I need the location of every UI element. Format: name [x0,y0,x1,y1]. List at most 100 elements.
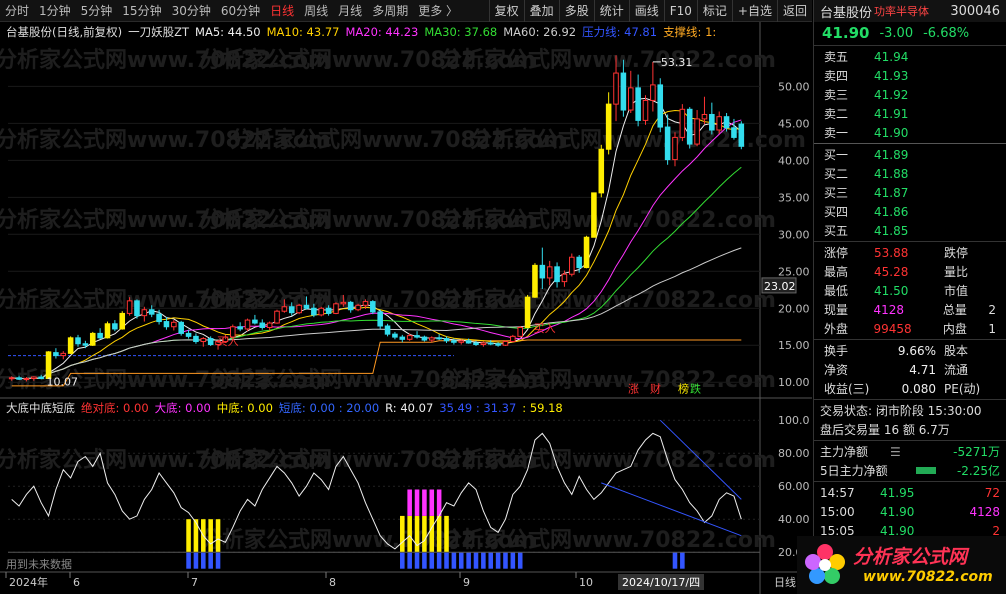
stat-label2: 内盘 [942,322,967,336]
legend-ind-title[interactable]: 大底中底短底 [6,400,75,416]
signal-bar [466,552,471,569]
candle-body [686,108,693,145]
period-tab-1[interactable]: 1分钟 [34,0,76,22]
candle-body [31,376,37,380]
bid-price[interactable]: 41.87 [874,186,944,200]
candle-body [539,264,546,279]
tick-price: 41.95 [880,485,915,500]
ask-price[interactable]: 41.90 [874,126,944,140]
bid-price[interactable]: 41.86 [874,205,944,219]
legend-indicator-name[interactable]: 一刀妖股ZT [128,24,189,40]
period-tab-10[interactable]: 更多 〉 [413,0,463,22]
candle-body [82,343,89,346]
signal-bar [407,489,412,516]
main-net5-row[interactable]: 5日主力净额 -2.25亿 [814,461,1006,480]
ask-price[interactable]: 41.92 [874,88,944,102]
candle-body [473,342,479,345]
signal-bar [458,552,464,569]
stat-row: 现量 4128 总量 2 [814,300,1006,319]
toolbar-button-0[interactable]: 复权 [488,0,524,22]
stat2-value: 0.080 [901,381,936,396]
stat-value: 4128 [873,302,905,317]
signal-bar [680,552,685,569]
candle-body [731,127,737,138]
toolbar-button-8[interactable]: 返回 [776,0,812,22]
ask-label: 卖五 [824,50,849,64]
tick-time: 15:00 [820,504,855,519]
toolbar-button-3[interactable]: 统计 [593,0,629,22]
tick-price: 41.90 [880,504,915,519]
signal-bar [400,515,405,553]
signal-bar [436,552,442,569]
list-icon[interactable]: ☰ [890,445,904,459]
period-tab-2[interactable]: 5分钟 [76,0,118,22]
ask-price[interactable]: 41.94 [874,50,944,64]
period-tab-3[interactable]: 15分钟 [117,0,166,22]
period-tab-8[interactable]: 月线 [333,0,367,22]
tick-row: 14:57 41.95 72 [814,483,1006,502]
toolbar-button-4[interactable]: 画线 [628,0,664,22]
ask-row: 卖四 41.93 [814,66,1006,85]
legend-abs-bottom: 绝对底: 0.00 [81,401,149,415]
period-tab-6[interactable]: 日线 [265,0,299,22]
period-tab-9[interactable]: 多周期 [367,0,413,22]
bid-price[interactable]: 41.88 [874,167,944,181]
ask-price[interactable]: 41.91 [874,107,944,121]
bid-row: 买五 41.85 [814,221,1006,240]
candle-body [163,321,170,328]
ask-label: 卖一 [824,126,849,140]
candle-body [650,84,656,101]
period-toolbar: 分时 1分钟 5分钟 15分钟 30分钟 60分钟 日线 周线 月线 多周期 更多 〉 复权 叠加 多股… [0,0,812,22]
stat-label: 最低 [824,284,849,298]
signal-bar [510,552,516,569]
legend-ma60: MA60: 26.92 [503,25,577,39]
chart-canvas[interactable]: 分析家公式网www.70822.com 分析家公式网www.70822.com 分析… [0,22,812,594]
stock-name[interactable]: 台基股份 [820,2,872,21]
period-tab-0[interactable]: 分时 [0,0,34,22]
toolbar-button-6[interactable]: 标记 [696,0,732,22]
candle-body [333,303,339,314]
candle-body [679,108,686,138]
candle-body [701,113,708,120]
candle-body [436,337,442,340]
legend-short-bottom: 短底: 0.00 : 20.00 [278,401,380,415]
candle-body [480,342,487,345]
ask-row: 卖一 41.90 [814,123,1006,142]
candle-body [185,332,192,337]
toolbar-button-1[interactable]: 叠加 [523,0,559,22]
candle-body [487,342,494,345]
bid-price[interactable]: 41.89 [874,148,944,162]
bid-price[interactable]: 41.85 [874,224,944,238]
toolbar-button-7[interactable]: +自选 [731,0,777,22]
candle-body [311,307,317,316]
candle-body [532,264,538,298]
stock-sector[interactable]: 功率半导体 [874,3,929,19]
bid-label: 买一 [824,148,849,162]
candle-body [694,118,700,145]
ask-price[interactable]: 41.93 [874,69,944,83]
ask-row: 卖三 41.92 [814,85,1006,104]
stat-row: 涨停 53.88 跌停 [814,243,1006,262]
period-tab-5[interactable]: 60分钟 [216,0,265,22]
signal-bar [193,552,199,569]
signal-bar [208,519,213,553]
candle-body [554,266,560,283]
period-tabs: 分时 1分钟 5分钟 15分钟 30分钟 60分钟 日线 周线 月线 多周期 更多 〉 [0,0,463,22]
toolbar-button-5[interactable]: F10 [663,0,697,22]
toolbar-button-2[interactable]: 多股 [558,0,594,22]
legend-r: R: 40.07 [385,401,434,415]
main-net-row[interactable]: 主力净额 ☰ -5271万 [814,442,1006,461]
signal-bar [503,552,508,569]
quote-panel: 台基股份 功率半导体 300046 41.90 -3.00 -6.68% 卖五 4… [813,0,1006,594]
signal-bar [517,552,523,569]
legend-title: 台基股份(日线,前复权) [6,25,123,39]
watermark-text: 分析家公式网www.70822.com [440,367,776,393]
period-tab-4[interactable]: 30分钟 [167,0,216,22]
ask-label: 卖四 [824,69,849,83]
period-tab-7[interactable]: 周线 [299,0,333,22]
candle-body [207,338,214,345]
stat-value: 41.50 [874,283,909,298]
signal-bar [201,552,206,569]
candle-body [458,340,465,343]
signal-bar [429,552,435,569]
